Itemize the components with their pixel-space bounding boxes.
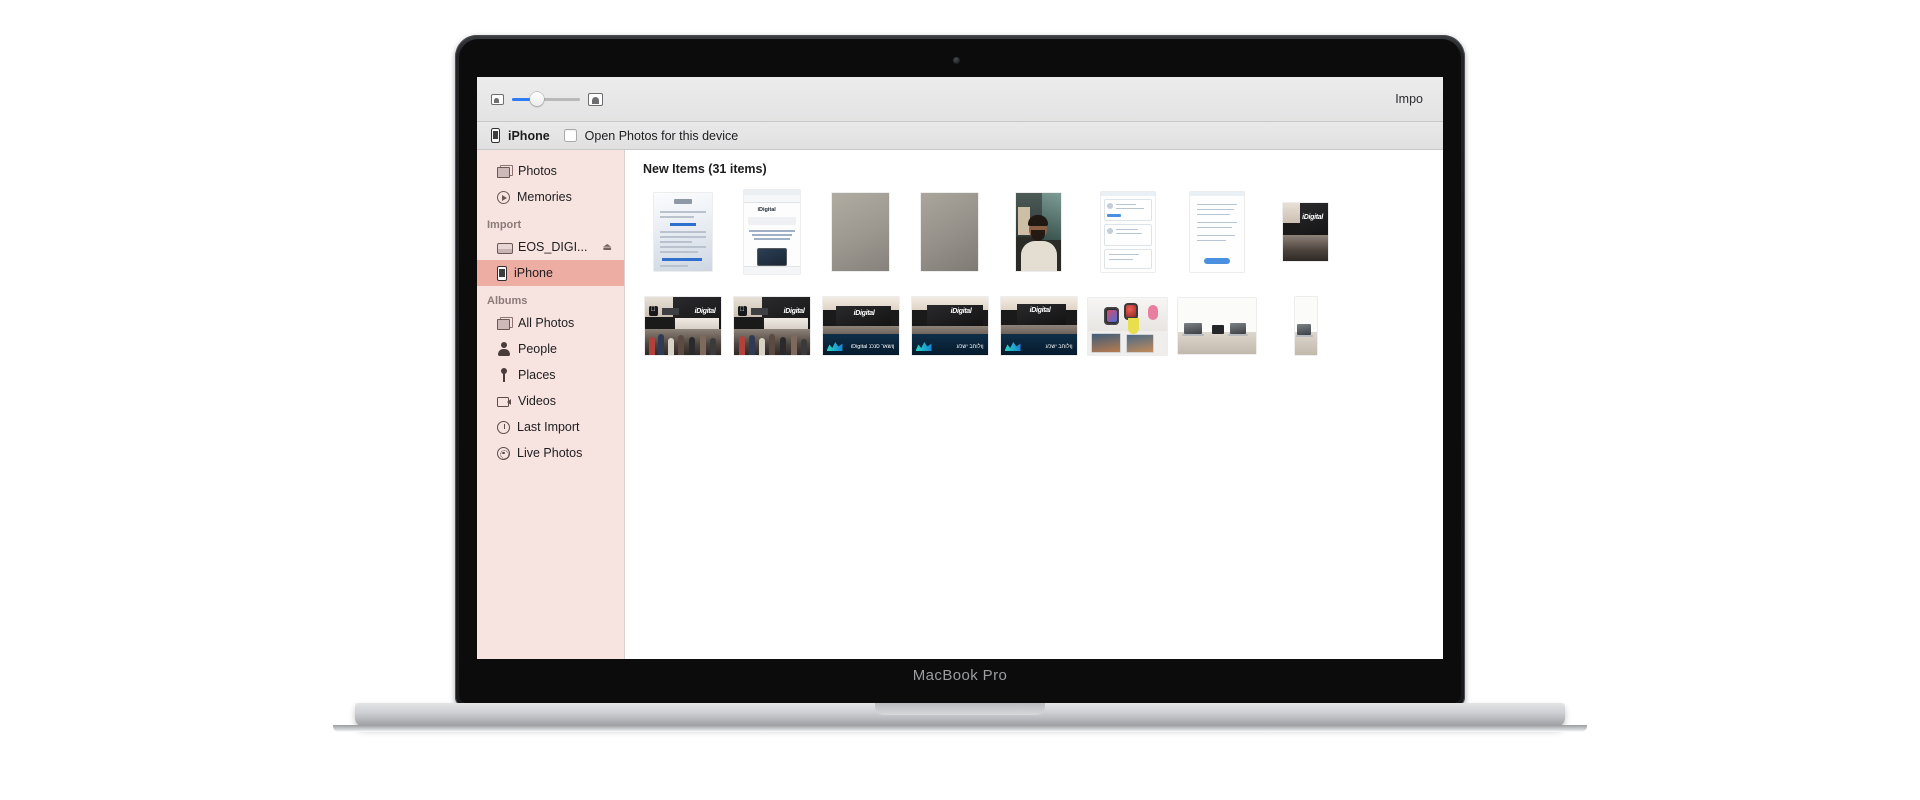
sidebar-item-iphone[interactable]: iPhone [477,260,624,286]
thumbnail-image[interactable] [1100,192,1155,272]
thumbnail-item[interactable] [905,190,994,274]
sidebar-item-people[interactable]: People [477,336,624,362]
thumbnail-image[interactable] [1016,193,1061,271]
sidebar: Photos Memories Import EOS_DIGI... ⏏ iPh… [477,150,625,659]
clock-icon [497,420,510,434]
thumbnail-item[interactable] [1261,284,1350,368]
thumbnail-item[interactable] [1172,190,1261,274]
thumbnail-image[interactable] [1294,297,1317,355]
thumbnail-image[interactable]: iDigital [733,297,810,355]
thumbnail-image[interactable] [1177,298,1256,354]
thumbnail-image[interactable] [1189,192,1244,272]
photos-toolbar: Impo [477,77,1443,122]
thumbnail-image[interactable] [1088,297,1167,355]
laptop-hinge-notch [875,703,1045,715]
open-photos-checkbox[interactable] [563,129,577,142]
sidebar-item-memories[interactable]: Memories [477,184,624,210]
screenshot-root: MacBook Pro Impo iPhone Open Photos for … [0,0,1920,800]
sidebar-item-label: Live Photos [517,446,583,460]
thumbnail-item[interactable] [1083,190,1172,274]
thumbnail-image[interactable] [921,193,978,271]
thumbnail-item[interactable]: iDigital [638,284,727,368]
thumbnail-item[interactable] [1083,284,1172,368]
photos-icon [497,164,513,178]
thumbnail-item[interactable]: iDigital ןולוחב ישכע [994,284,1083,368]
device-bar: iPhone Open Photos for this device [477,122,1443,150]
screen-viewport: Impo iPhone Open Photos for this device … [477,77,1443,659]
video-icon [497,394,511,408]
memories-icon [497,190,510,204]
open-photos-checkbox-label[interactable]: Open Photos for this device [585,129,739,143]
sidebar-item-label: EOS_DIGI... [518,240,588,254]
thumbnail-item[interactable] [994,190,1083,274]
toolbar-right-group: Impo [1385,89,1443,109]
places-icon [497,368,511,382]
thumbnail-image[interactable] [653,193,712,271]
import-button[interactable]: Impo [1385,89,1433,109]
sidebar-item-label: Last Import [517,420,580,434]
drive-icon [497,240,513,254]
sidebar-item-label: People [518,342,557,356]
sidebar-item-label: Places [518,368,556,382]
macbook-pro-device: MacBook Pro Impo iPhone Open Photos for … [333,35,1587,735]
sidebar-group-header-albums: Albums [487,295,528,307]
thumbnail-image[interactable]: iDigital iDigital ןושאר סנכנ [822,297,899,355]
zoom-slider-knob[interactable] [530,92,544,106]
thumbnail-image[interactable]: iDigital [644,297,721,355]
sidebar-item-label: Photos [518,164,557,178]
sidebar-item-all-photos[interactable]: All Photos [477,310,624,336]
iphone-icon [497,265,507,281]
large-photo-icon[interactable] [588,92,603,106]
thumbnail-item[interactable] [638,190,727,274]
sidebar-item-last-import[interactable]: Last Import [477,414,624,440]
thumbnail-item[interactable]: iDigital iDigital ןושאר סנכנ [816,284,905,368]
iphone-icon [491,128,500,143]
thumbnail-grid: iDigital iDigital iDigital iDigital iDig… [625,176,1443,368]
thumbnail-row: iDigital [638,284,1443,368]
sidebar-item-label: All Photos [518,316,575,330]
sidebar-item-label: Memories [517,190,572,204]
photos-icon [497,316,513,330]
thumbnail-zoom-control[interactable] [491,92,603,106]
eject-icon[interactable]: ⏏ [603,242,612,253]
sidebar-item-live-photos[interactable]: Live Photos [477,440,624,466]
device-model-label: MacBook Pro [912,667,1008,684]
thumbnail-row: iDigital [638,190,1443,274]
thumbnail-image[interactable]: iDigital ןולוחב ישכע [1000,297,1077,355]
small-photo-icon[interactable] [491,93,504,105]
sidebar-item-label: iPhone [514,266,553,280]
thumbnail-image[interactable]: iDigital [1283,203,1328,261]
sidebar-item-label: Videos [518,394,556,408]
thumbnail-image[interactable] [832,193,889,271]
thumbnail-image[interactable]: iDigital [743,190,800,274]
thumbnail-item[interactable]: iDigital [727,190,816,274]
sidebar-group-header-import: Import [487,219,522,231]
section-title: New Items (31 items) [643,162,767,176]
connected-device-name: iPhone [508,128,550,143]
thumbnail-item[interactable]: iDigital [1261,190,1350,274]
sidebar-item-photos[interactable]: Photos [477,158,624,184]
livephoto-icon [497,446,510,460]
thumbnail-item[interactable] [1172,284,1261,368]
sidebar-item-videos[interactable]: Videos [477,388,624,414]
facetime-camera-icon [952,57,960,64]
people-icon [497,342,511,356]
thumbnail-image[interactable]: iDigital ןולוחב ישכע [911,297,988,355]
zoom-slider[interactable] [512,92,580,106]
sidebar-item-places[interactable]: Places [477,362,624,388]
thumbnail-item[interactable]: iDigital [727,284,816,368]
import-content-pane: New Items (31 items) iDigital iDigital i… [625,150,1443,659]
thumbnail-item[interactable]: iDigital ןולוחב ישכע [905,284,994,368]
thumbnail-item[interactable] [816,190,905,274]
laptop-lid: MacBook Pro Impo iPhone Open Photos for … [455,35,1465,707]
sidebar-item-eos-digital[interactable]: EOS_DIGI... ⏏ [477,234,624,260]
laptop-base-shadow [333,725,1587,732]
